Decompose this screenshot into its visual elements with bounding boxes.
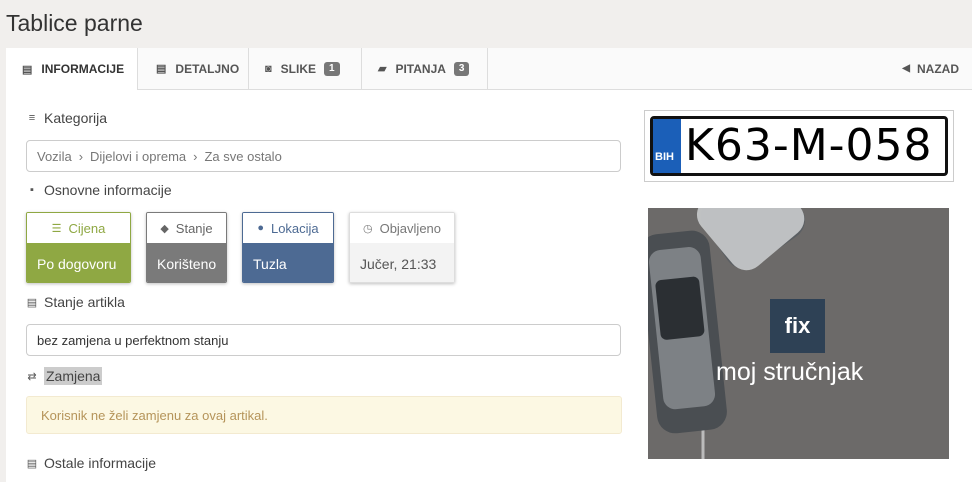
card-lokacija: ● Lokacija Tuzla [242,212,334,283]
section-osnovne: ▪ Osnovne informacije [26,182,172,198]
listing-photo[interactable]: BIH K63-M-058 [644,110,954,182]
country-code: BIH [655,151,674,163]
count-badge: 3 [453,61,470,76]
section-title: Osnovne informacije [44,182,172,198]
tab-pitanja[interactable]: ▰ PITANJA 3 [362,48,488,89]
comments-icon: ▰ [378,63,387,75]
ad-slogan: moj stručnjak [716,358,864,386]
card-value: Jučer, 21:33 [350,243,454,282]
card-value: Po dogovoru [27,243,130,282]
breadcrumb-item[interactable]: Dijelovi i oprema [90,149,186,164]
camera-icon: ◙ [265,62,272,75]
card-stanje: ◆ Stanje Korišteno [146,212,227,283]
file-text-icon: ▤ [26,296,38,309]
tab-informacije[interactable]: ▤ INFORMACIJE [6,48,138,90]
section-kategorija: ≡ Kategorija [26,110,107,126]
card-label: Objavljeno [379,220,442,236]
breadcrumb-item[interactable]: Vozila [37,149,72,164]
section-zamjena: ⇄ Zamjena [26,367,103,385]
section-title: Ostale informacije [44,455,157,471]
back-button[interactable]: ◀ NAZAD [902,48,959,89]
country-strip: BIH [653,119,681,173]
tab-label: PITANJA [395,61,446,76]
license-plate: BIH K63-M-058 [650,116,948,176]
card-label: Cijena [68,220,106,236]
section-title: Stanje artikla [44,294,125,310]
section-ostale: ▤ Ostale informacije [26,455,156,471]
page-title: Tablice parne [6,10,143,36]
tab-label: SLIKE [280,61,316,76]
stanje-artikla-text: bez zamjena u perfektnom stanju [26,324,621,356]
tag-icon: ◆ [160,222,169,235]
coins-icon: ☰ [51,222,62,235]
main-panel: ▤ INFORMACIJE ▤ DETALJNO ◙ SLIKE 1 ▰ PIT… [6,48,972,482]
fix-logo: fix [770,299,825,353]
card-value: Tuzla [243,243,333,282]
id-card-icon: ▤ [22,63,33,76]
file-text-icon: ▤ [26,457,38,470]
breadcrumb-item[interactable]: Za sve ostalo [204,149,281,164]
map-marker-icon: ● [257,222,264,234]
section-stanje-artikla: ▤ Stanje artikla [26,294,125,310]
file-icon: ▪ [30,184,34,196]
clock-icon: ◷ [362,222,373,235]
card-objavljeno: ◷ Objavljeno Jučer, 21:33 [349,212,455,283]
card-label: Stanje [175,220,213,236]
tab-detaljno[interactable]: ▤ DETALJNO [138,48,249,89]
plate-number: K63-M-058 [685,120,933,171]
tab-bar: ▤ INFORMACIJE ▤ DETALJNO ◙ SLIKE 1 ▰ PIT… [6,48,972,90]
zamjena-alert: Korisnik ne želi zamjenu za ovaj artikal… [26,396,622,434]
list-icon: ≡ [28,112,36,124]
section-title: Zamjena [44,367,103,385]
card-cijena: ☰ Cijena Po dogovoru [26,212,131,283]
back-label: NAZAD [917,61,959,76]
card-label: Lokacija [270,220,319,236]
advertisement-banner[interactable]: fix moj stručnjak [648,208,949,459]
exchange-icon: ⇄ [27,370,37,383]
arrow-left-icon: ◀ [902,63,910,74]
card-value: Korišteno [147,243,226,282]
tab-label: DETALJNO [175,61,240,76]
tab-label: INFORMACIJE [41,62,125,76]
document-icon: ▤ [156,63,167,75]
count-badge: 1 [324,61,340,76]
category-breadcrumb: Vozila › Dijelovi i oprema › Za sve ostalo [26,140,621,172]
section-title: Kategorija [44,110,108,126]
chevron-right-icon: › [193,148,198,164]
tab-slike[interactable]: ◙ SLIKE 1 [249,48,362,89]
chevron-right-icon: › [78,148,84,164]
